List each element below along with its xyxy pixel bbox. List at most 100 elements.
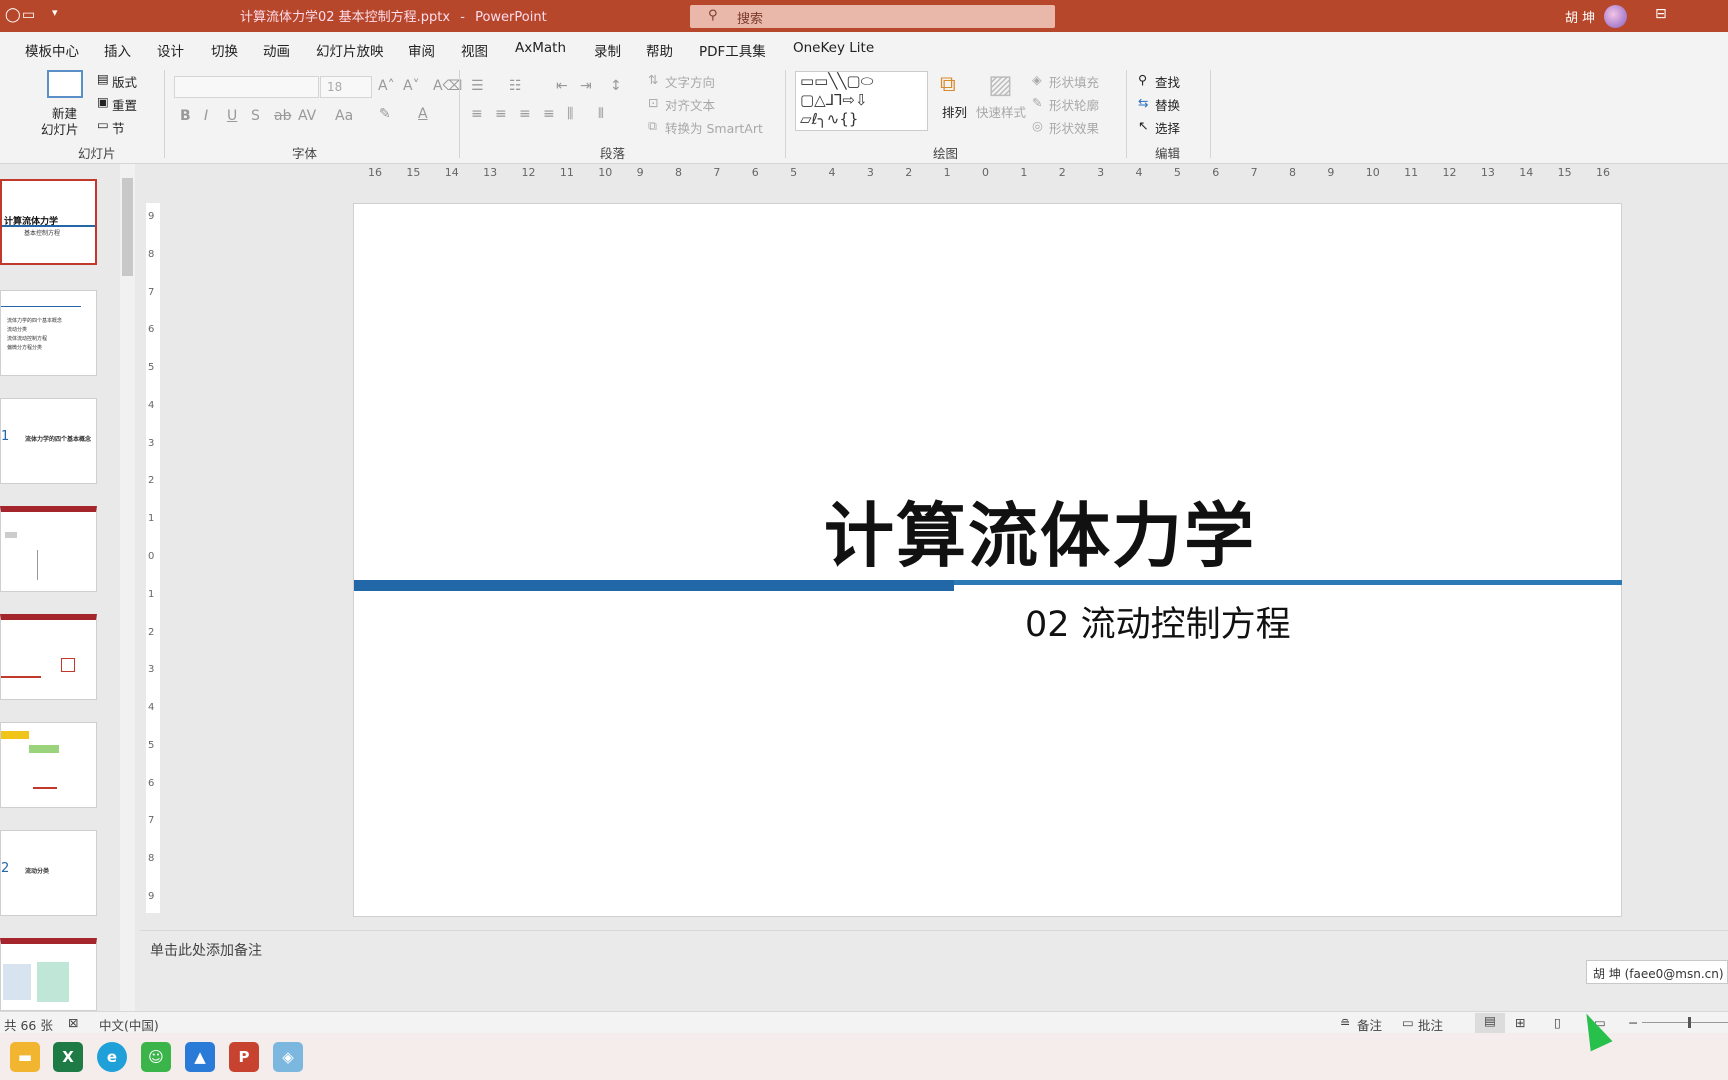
notes-pane[interactable]: 单击此处添加备注	[140, 930, 1728, 1010]
strikethrough-icon[interactable]: ab	[274, 108, 291, 124]
slide-thumbnail-3[interactable]: 1 流体力学的四个基本概念	[0, 398, 97, 484]
slide-thumbnail-5[interactable]	[0, 614, 97, 700]
bold-icon[interactable]: B	[180, 108, 191, 124]
tab-template-center[interactable]: 模板中心	[25, 40, 79, 60]
font-color-icon[interactable]: A	[418, 106, 428, 122]
ribbon-display-icon[interactable]: ⊟	[1655, 6, 1667, 22]
zoom-slider-thumb[interactable]	[1688, 1017, 1691, 1028]
reset-button[interactable]: 重置	[112, 95, 137, 114]
slide-thumbnail-7[interactable]: 2 流动分类	[0, 830, 97, 916]
tab-transitions[interactable]: 切换	[211, 40, 238, 60]
tab-insert[interactable]: 插入	[104, 40, 131, 60]
align-left-icon[interactable]: ≡	[471, 106, 483, 122]
slide-subtitle[interactable]: 02 流动控制方程	[1025, 596, 1291, 647]
shape-fill-button[interactable]: 形状填充	[1049, 72, 1099, 91]
align-center-icon[interactable]: ≡	[495, 106, 507, 122]
comments-toggle[interactable]: 批注	[1418, 1015, 1443, 1034]
shadow-icon[interactable]: S	[251, 108, 260, 124]
find-button[interactable]: 查找	[1155, 72, 1180, 91]
user-name[interactable]: 胡 坤	[1565, 7, 1595, 26]
tab-help[interactable]: 帮助	[646, 40, 673, 60]
present-icon[interactable]: ▭	[22, 7, 35, 23]
font-group-label: 字体	[292, 146, 318, 161]
tab-pdf-tools[interactable]: PDF工具集	[699, 40, 766, 60]
zoom-out-icon[interactable]: −	[1628, 1015, 1638, 1030]
font-size-combo[interactable]: 18	[320, 76, 372, 98]
change-case-icon[interactable]: Aa	[335, 108, 353, 124]
columns-icon[interactable]: ⫴	[598, 106, 604, 122]
accessibility-icon[interactable]: ⊠	[68, 1015, 78, 1030]
slide-canvas[interactable]: 计算流体力学 02 流动控制方程	[353, 203, 1622, 917]
notes-toggle[interactable]: 备注	[1357, 1015, 1382, 1034]
numbering-icon[interactable]: ☷	[509, 78, 522, 94]
decrease-indent-icon[interactable]: ⇤	[556, 78, 568, 94]
slide-thumbnail-2[interactable]: 流体力学的四个基本概念 流动分类 流体流动控制方程 偏微分方程分类	[0, 290, 97, 376]
thumbnail-scrollbar-thumb[interactable]	[122, 178, 133, 276]
justify-icon[interactable]: ≡	[543, 106, 555, 122]
tab-axmath[interactable]: AxMath	[515, 40, 566, 56]
app-icon[interactable]: ▲	[185, 1042, 215, 1072]
slide-thumbnail-1[interactable]: 计算流体力学 基本控制方程	[0, 179, 97, 265]
ruler-tick: 9	[148, 891, 155, 902]
smartart-button[interactable]: 转换为 SmartArt	[665, 118, 763, 137]
tab-review[interactable]: 审阅	[408, 40, 435, 60]
tab-design[interactable]: 设计	[157, 40, 184, 60]
shrink-font-icon[interactable]: A˅	[403, 78, 420, 94]
quick-access-dropdown-icon[interactable]: ▾	[52, 6, 58, 19]
new-slide-label-2[interactable]: 幻灯片	[41, 119, 79, 138]
slide-sorter-icon[interactable]: ⊞	[1515, 1015, 1525, 1030]
autosave-icon[interactable]: ◯	[5, 7, 21, 23]
font-name-combo[interactable]	[174, 76, 319, 98]
edge-icon[interactable]: e	[97, 1042, 127, 1072]
new-slide-icon[interactable]	[47, 70, 83, 98]
tab-animations[interactable]: 动画	[263, 40, 290, 60]
tab-slideshow[interactable]: 幻灯片放映	[316, 40, 384, 60]
shape-effects-button[interactable]: 形状效果	[1049, 118, 1099, 137]
file-explorer-icon[interactable]: ▬	[10, 1042, 40, 1072]
zoom-slider[interactable]	[1642, 1022, 1728, 1023]
normal-view-icon[interactable]: ▤	[1475, 1013, 1505, 1033]
align-right-icon[interactable]: ≡	[519, 106, 531, 122]
text-direction-button[interactable]: 文字方向	[665, 72, 715, 91]
slide-thumbnail-6[interactable]	[0, 722, 97, 808]
search-box[interactable]: ⚲ 搜索	[690, 5, 1055, 28]
increase-indent-icon[interactable]: ⇥	[580, 78, 592, 94]
clear-format-icon[interactable]: A⌫	[433, 78, 462, 94]
wechat-icon[interactable]: ☺	[141, 1042, 171, 1072]
ruler-tick: 12	[1442, 166, 1457, 179]
char-spacing-icon[interactable]: AV	[298, 108, 316, 124]
language-indicator[interactable]: 中文(中国)	[99, 1015, 159, 1034]
notes-placeholder: 单击此处添加备注	[150, 943, 262, 959]
slide-thumbnail-8[interactable]	[0, 938, 97, 1011]
distribute-icon[interactable]: ⫼	[567, 106, 573, 122]
section-button[interactable]: 节	[112, 118, 125, 137]
reading-view-icon[interactable]: ▯	[1554, 1015, 1561, 1030]
bullets-icon[interactable]: ☰	[471, 78, 484, 94]
arrange-button[interactable]: 排列	[942, 102, 967, 121]
tab-onekey-lite[interactable]: OneKey Lite	[793, 40, 874, 56]
quick-styles-icon[interactable]: ▨	[988, 70, 1013, 100]
arrange-icon[interactable]: ⧉	[940, 72, 956, 97]
shape-outline-button[interactable]: 形状轮廓	[1049, 95, 1099, 114]
ruler-tick: 15	[406, 166, 421, 179]
shapes-gallery[interactable]: ▭▭╲╲▢⬭ ▢△⅃⅂⇨⇩ ▱ℓ╮∿{}	[795, 71, 928, 131]
grow-font-icon[interactable]: A˄	[378, 78, 395, 94]
layout-button[interactable]: 版式	[112, 72, 137, 91]
quick-styles-button[interactable]: 快速样式	[976, 102, 1026, 121]
tab-view[interactable]: 视图	[461, 40, 488, 60]
excel-icon[interactable]: X	[53, 1042, 83, 1072]
app-icon[interactable]: ◈	[273, 1042, 303, 1072]
line-spacing-icon[interactable]: ↕	[610, 78, 622, 94]
avatar[interactable]	[1604, 5, 1627, 28]
replace-button[interactable]: 替换	[1155, 95, 1180, 114]
slide-title[interactable]: 计算流体力学	[824, 480, 1256, 581]
align-text-button[interactable]: 对齐文本	[665, 95, 715, 114]
powerpoint-icon[interactable]: P	[229, 1042, 259, 1072]
thumbnail-scrollbar[interactable]	[120, 164, 135, 1011]
highlight-icon[interactable]: ✎	[379, 106, 391, 122]
tab-record[interactable]: 录制	[594, 40, 621, 60]
italic-icon[interactable]: I	[204, 108, 208, 124]
select-button[interactable]: 选择	[1155, 118, 1180, 137]
underline-icon[interactable]: U	[227, 108, 237, 124]
slide-thumbnail-4[interactable]	[0, 506, 97, 592]
